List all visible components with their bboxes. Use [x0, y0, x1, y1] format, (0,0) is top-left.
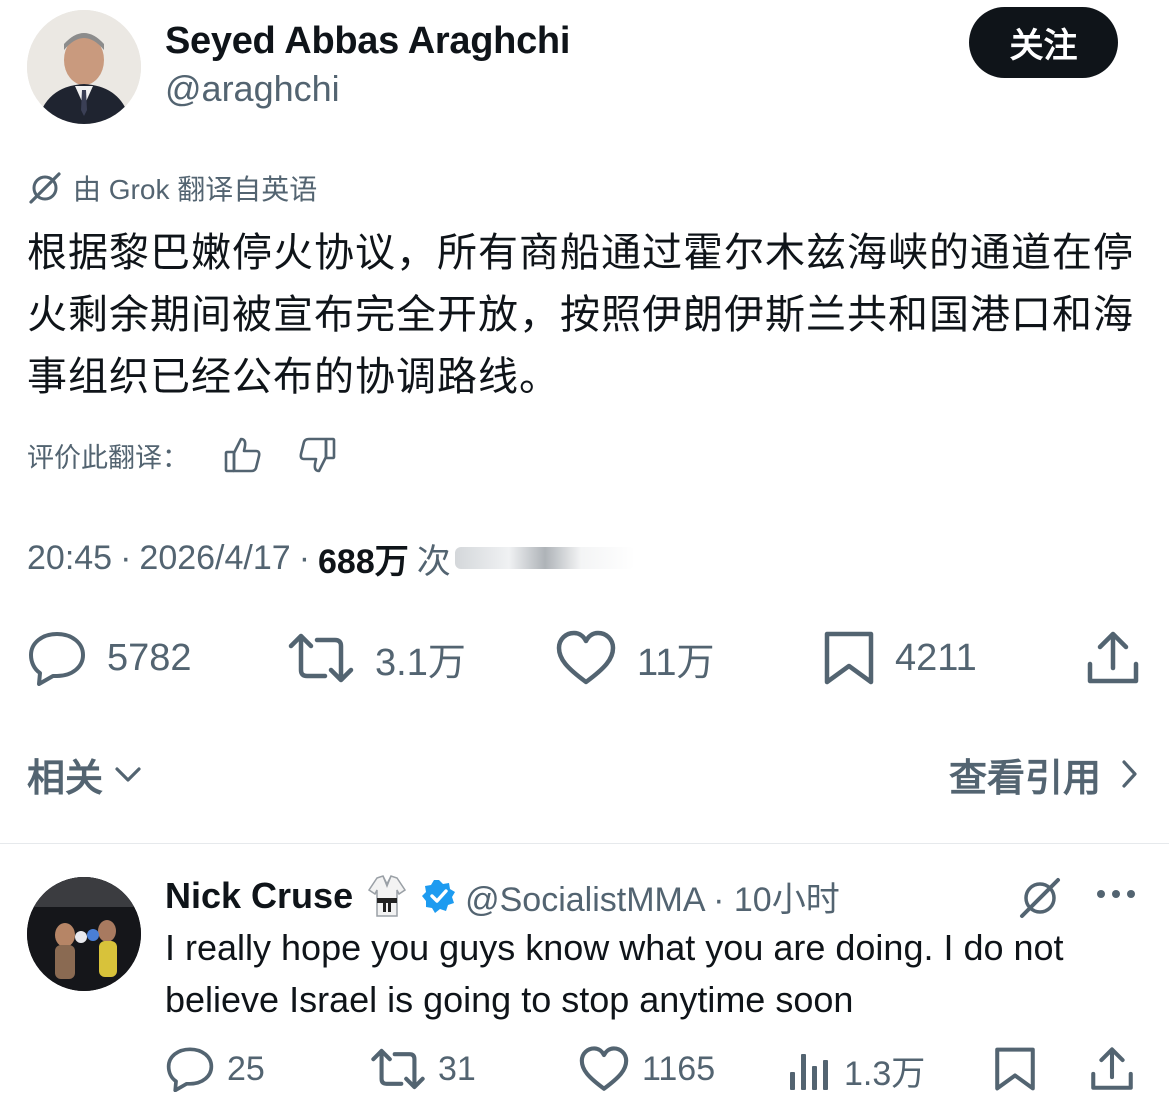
- tweet-text: 根据黎巴嫩停火协议，所有商船通过霍尔木兹海峡的通道在停火剩余期间被宣布完全开放，…: [27, 231, 1134, 399]
- share-icon[interactable]: [1090, 1046, 1134, 1092]
- heart-icon: [578, 1046, 630, 1092]
- reply-avatar[interactable]: [27, 877, 141, 991]
- like-action[interactable]: 11万: [555, 630, 714, 686]
- follow-button[interactable]: 关注: [969, 7, 1118, 78]
- reply-reply-count: 25: [227, 1049, 265, 1088]
- reply-author-name[interactable]: Nick Cruse: [165, 875, 353, 917]
- grok-icon: [27, 170, 73, 206]
- thumbs-up-icon[interactable]: [223, 435, 263, 475]
- repost-icon: [370, 1046, 426, 1092]
- reply-action[interactable]: 5782: [27, 630, 192, 686]
- views-count: 688万: [318, 542, 409, 581]
- tweet-meta: 20:45 · 2026/4/17 · 688万 次: [27, 536, 635, 581]
- reply-icon: [165, 1046, 215, 1092]
- rate-translation: 评价此翻译：: [27, 430, 337, 480]
- karate-gi-emoji-icon: [367, 874, 407, 918]
- views-label: 次: [416, 542, 451, 581]
- reply-reply-action[interactable]: 25: [165, 1046, 265, 1092]
- reply-text: I really hope you guys know what you are…: [165, 927, 1064, 1020]
- rate-translation-label: 评价此翻译：: [27, 442, 189, 473]
- chevron-right-icon: [1119, 758, 1139, 790]
- share-icon[interactable]: [1086, 630, 1140, 686]
- repost-count: 3.1万: [375, 641, 466, 684]
- reply-repost-action[interactable]: 31: [370, 1046, 476, 1092]
- reply-count: 5782: [107, 636, 192, 679]
- view-quotes-label: 查看引用: [948, 757, 1101, 800]
- grok-icon[interactable]: [1016, 874, 1064, 922]
- tweet-time[interactable]: 20:45: [27, 539, 112, 578]
- reply-like-action[interactable]: 1165: [578, 1046, 715, 1092]
- author-avatar[interactable]: [27, 10, 141, 124]
- bookmark-icon[interactable]: [994, 1046, 1036, 1092]
- reply-handle-time[interactable]: @SocialistMMA · 10小时: [465, 872, 840, 921]
- analytics-icon: [786, 1048, 832, 1094]
- meta-separator: ·: [298, 538, 311, 577]
- bookmark-count: 4211: [895, 636, 977, 679]
- section-divider: [0, 843, 1169, 844]
- related-dropdown[interactable]: 相关: [27, 748, 143, 800]
- blurred-overlay: [454, 547, 635, 569]
- author-name[interactable]: Seyed Abbas Araghchi: [165, 20, 570, 63]
- more-options-icon[interactable]: [1094, 884, 1138, 904]
- verified-badge-icon: [421, 878, 457, 914]
- heart-icon: [555, 630, 617, 686]
- translation-note: 由 Grok 翻译自英语: [27, 168, 317, 208]
- reply-like-count: 1165: [642, 1049, 716, 1088]
- reply-views-count: 1.3万: [844, 1055, 926, 1093]
- chevron-down-icon: [113, 764, 143, 784]
- reply-views-action[interactable]: 1.3万: [786, 1046, 925, 1095]
- bookmark-action[interactable]: 4211: [823, 630, 977, 686]
- reply-header: Nick Cruse @SocialistMMA · 10小时: [165, 872, 840, 920]
- related-label: 相关: [27, 757, 104, 800]
- like-count: 11万: [637, 641, 715, 684]
- bookmark-icon: [823, 630, 875, 686]
- tweet-date[interactable]: 2026/4/17: [139, 539, 290, 578]
- view-quotes-link[interactable]: 查看引用: [949, 748, 1139, 800]
- repost-action[interactable]: 3.1万: [287, 630, 466, 686]
- author-handle[interactable]: @araghchi: [165, 68, 340, 110]
- reply-repost-count: 31: [438, 1049, 476, 1088]
- repost-icon: [287, 630, 355, 686]
- thumbs-down-icon[interactable]: [297, 435, 337, 475]
- translation-note-text: 由 Grok 翻译自英语: [73, 174, 318, 205]
- reply-icon: [27, 630, 87, 686]
- meta-separator: ·: [120, 538, 132, 577]
